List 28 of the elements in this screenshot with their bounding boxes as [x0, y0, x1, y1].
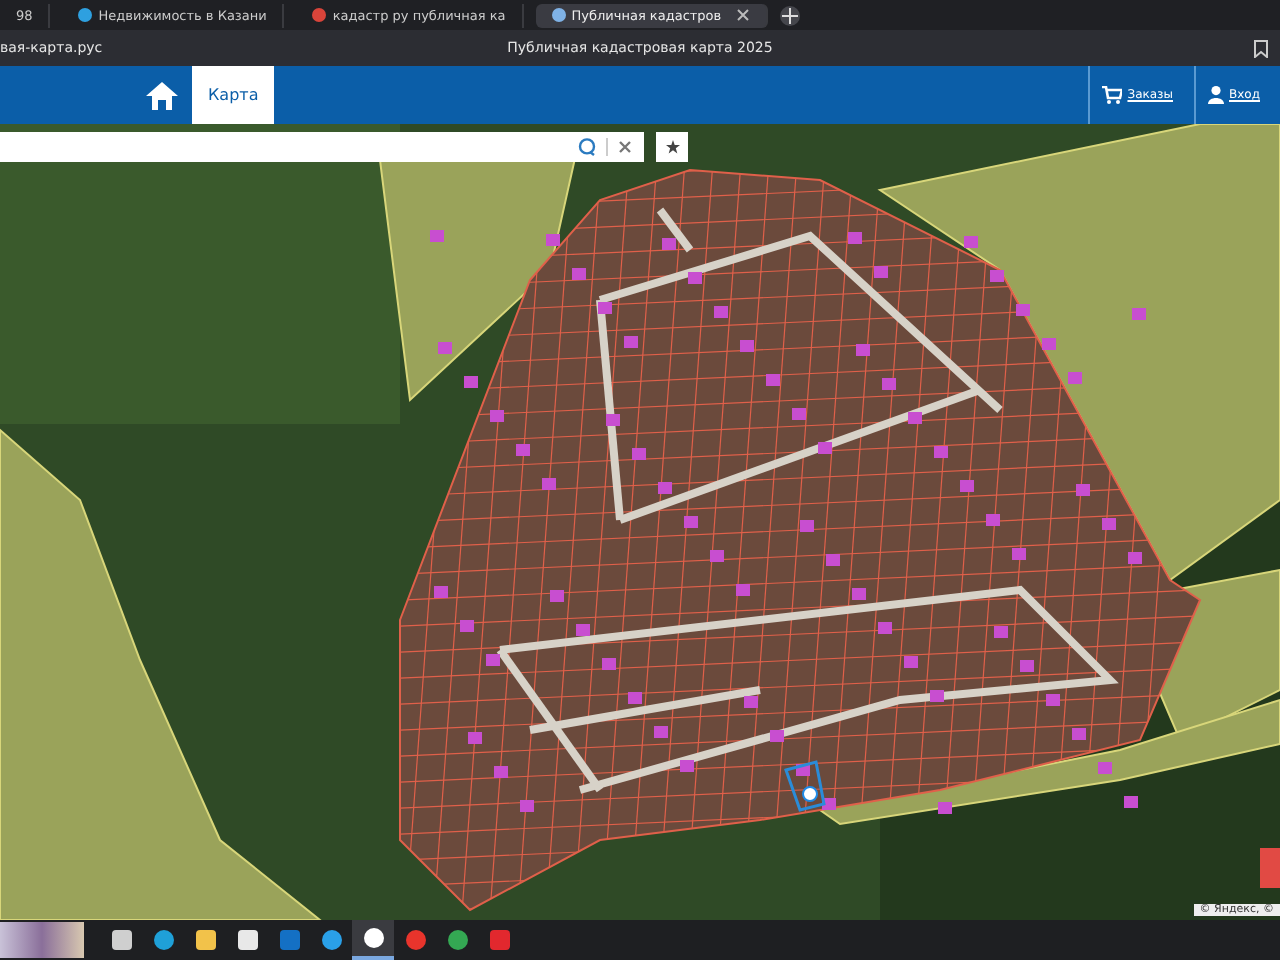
app-icon	[405, 930, 425, 950]
site-icon	[312, 8, 327, 22]
app-icon	[321, 930, 341, 950]
taskbar-app[interactable]	[352, 920, 394, 960]
nav-tab[interactable]: Карта	[192, 66, 275, 124]
widget-thumbnail[interactable]	[0, 922, 84, 958]
app-icon	[237, 930, 257, 950]
app-icon	[153, 930, 173, 950]
favorites-button[interactable]	[656, 132, 688, 162]
app-icon	[111, 930, 131, 950]
satellite-map-drawing[interactable]	[0, 124, 1280, 920]
site-icon	[551, 8, 566, 22]
site-icon	[78, 8, 93, 22]
search-icon[interactable]	[578, 138, 596, 156]
app-icon	[363, 928, 383, 948]
app-icon	[447, 930, 467, 950]
close-icon[interactable]	[618, 140, 632, 154]
app-icon	[489, 930, 509, 950]
app-icon	[279, 930, 299, 950]
home-icon[interactable]	[146, 81, 178, 109]
search-field[interactable]	[0, 132, 644, 162]
app-icon	[195, 930, 215, 950]
cart-icon	[1101, 86, 1122, 104]
close-icon[interactable]	[735, 8, 750, 22]
bookmark-icon[interactable]	[1254, 39, 1268, 57]
new-tab-button[interactable]	[779, 5, 800, 25]
user-icon	[1207, 86, 1223, 104]
star-icon	[665, 140, 679, 154]
